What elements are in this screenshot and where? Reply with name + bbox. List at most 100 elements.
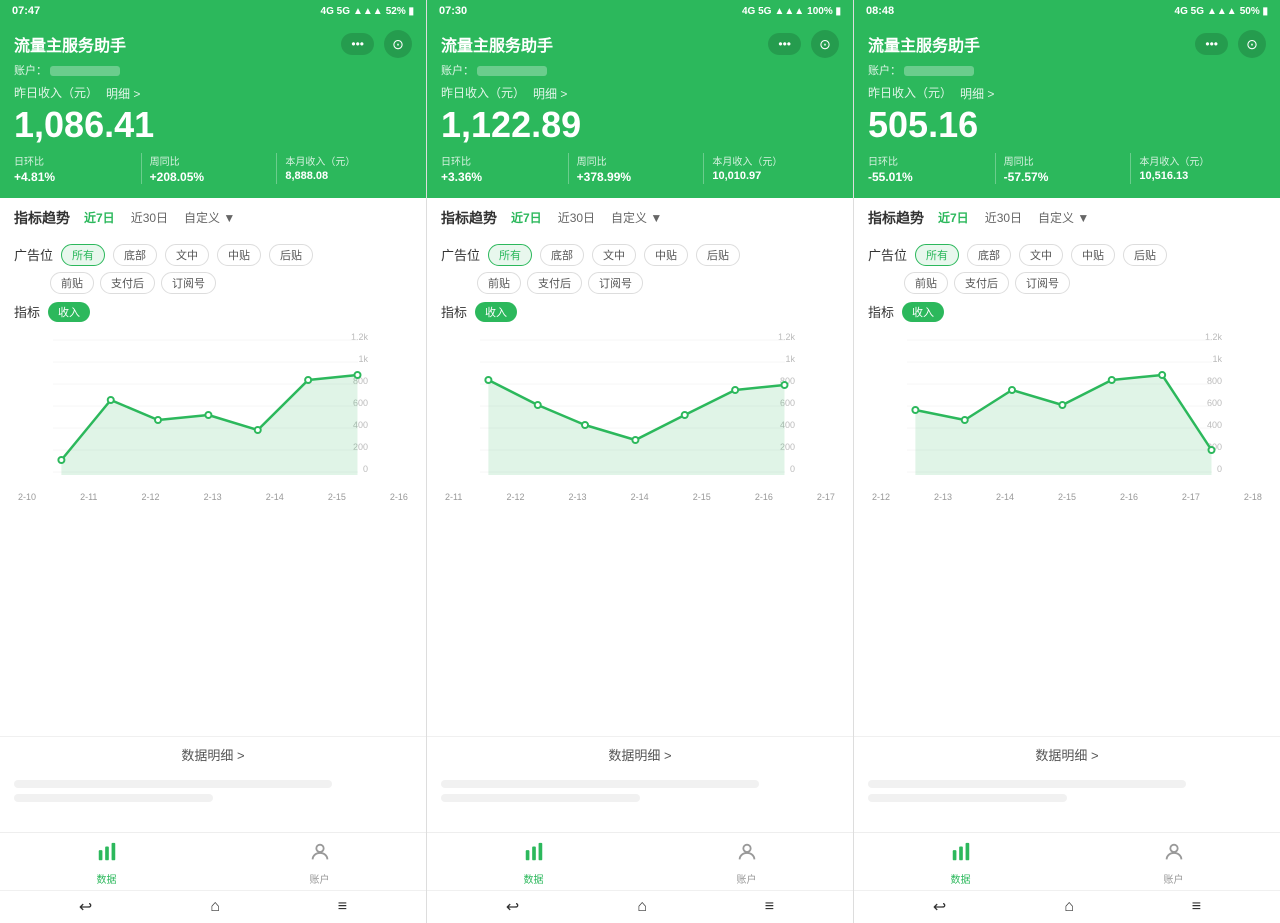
ad-pill-r2-0[interactable]: 前贴 bbox=[50, 272, 94, 294]
ad-pill-3[interactable]: 中贴 bbox=[644, 244, 688, 266]
indicator-section: 指标 收入 bbox=[427, 302, 853, 330]
yesterday-label: 昨日收入（元） bbox=[441, 84, 525, 101]
nav-item-1[interactable]: 账户 bbox=[1067, 841, 1280, 886]
ad-pill-1[interactable]: 底部 bbox=[967, 244, 1011, 266]
nav-item-0[interactable]: 数据 bbox=[854, 841, 1067, 886]
detail-link[interactable]: 明细 > bbox=[106, 85, 140, 102]
battery-icon: 100% ▮ bbox=[807, 6, 841, 17]
ad-pill-r2-1[interactable]: 支付后 bbox=[100, 272, 155, 294]
account-label: 账户： bbox=[868, 65, 901, 77]
sys-btn-0[interactable]: ↩ bbox=[79, 897, 92, 917]
sys-btn-2[interactable]: ≡ bbox=[765, 898, 774, 916]
x-label-6: 2-17 bbox=[817, 492, 835, 502]
trend-section: 指标趋势 近7日 近30日 自定义 ▼ bbox=[854, 198, 1280, 244]
ad-pill-4[interactable]: 后贴 bbox=[696, 244, 740, 266]
x-label-1: 2-12 bbox=[506, 492, 524, 502]
data-detail-link[interactable]: 数据明细 > bbox=[0, 736, 426, 772]
ad-pill-3[interactable]: 中贴 bbox=[1071, 244, 1115, 266]
green-header: 流量主服务助手 ••• ⊙ 账户： 昨日收入（元） 明细 > 1,086.41 … bbox=[0, 22, 426, 198]
x-label-4: 2-14 bbox=[266, 492, 284, 502]
ad-pill-1[interactable]: 底部 bbox=[113, 244, 157, 266]
nav-item-0[interactable]: 数据 bbox=[427, 841, 640, 886]
sys-btn-2[interactable]: ≡ bbox=[338, 898, 347, 916]
ad-section: 广告位 所有 底部 文中 中贴 后贴 前贴 支付后 订阅号 bbox=[0, 244, 426, 302]
nav-icon-0 bbox=[523, 841, 545, 869]
nav-item-1[interactable]: 账户 bbox=[213, 841, 426, 886]
detail-link[interactable]: 明细 > bbox=[960, 85, 994, 102]
big-amount: 1,122.89 bbox=[441, 105, 839, 145]
ad-pill-0[interactable]: 所有 bbox=[488, 244, 532, 266]
blurred-content bbox=[0, 772, 426, 832]
ad-pill-r2-1[interactable]: 支付后 bbox=[954, 272, 1009, 294]
ad-pill-0[interactable]: 所有 bbox=[61, 244, 105, 266]
trend-tab-2[interactable]: 自定义 ▼ bbox=[180, 208, 239, 227]
ad-pill-1[interactable]: 底部 bbox=[540, 244, 584, 266]
scan-button[interactable]: ⊙ bbox=[384, 30, 412, 58]
scan-button[interactable]: ⊙ bbox=[1238, 30, 1266, 58]
ad-pill-2[interactable]: 文中 bbox=[1019, 244, 1063, 266]
more-button[interactable]: ••• bbox=[341, 33, 374, 55]
trend-tab-0[interactable]: 近7日 bbox=[507, 208, 546, 227]
sys-btn-0[interactable]: ↩ bbox=[506, 897, 519, 917]
scan-button[interactable]: ⊙ bbox=[811, 30, 839, 58]
ad-pill-2[interactable]: 文中 bbox=[592, 244, 636, 266]
sys-btn-2[interactable]: ≡ bbox=[1192, 898, 1201, 916]
trend-tab-1[interactable]: 近30日 bbox=[981, 208, 1026, 227]
ad-pill-0[interactable]: 所有 bbox=[915, 244, 959, 266]
ad-pill-r2-2[interactable]: 订阅号 bbox=[1015, 272, 1070, 294]
stat-value-1: +208.05% bbox=[150, 170, 269, 184]
chart-svg: 1.2k 1k 800 600 400 200 0 bbox=[8, 330, 418, 490]
svg-text:0: 0 bbox=[363, 464, 368, 474]
more-button[interactable]: ••• bbox=[768, 33, 801, 55]
trend-tab-2[interactable]: 自定义 ▼ bbox=[1034, 208, 1093, 227]
x-label-2: 2-14 bbox=[996, 492, 1014, 502]
nav-item-1[interactable]: 账户 bbox=[640, 841, 853, 886]
sys-btn-1[interactable]: ⌂ bbox=[1064, 898, 1074, 916]
trend-tab-0[interactable]: 近7日 bbox=[80, 208, 119, 227]
ad-pill-r2-2[interactable]: 订阅号 bbox=[161, 272, 216, 294]
sys-btn-1[interactable]: ⌂ bbox=[637, 898, 647, 916]
ad-pill-4[interactable]: 后贴 bbox=[269, 244, 313, 266]
ad-position-row1: 广告位 所有 底部 文中 中贴 后贴 bbox=[441, 244, 839, 266]
account-blur bbox=[904, 66, 974, 76]
bottom-nav: 数据 账户 bbox=[0, 832, 426, 890]
nav-item-0[interactable]: 数据 bbox=[0, 841, 213, 886]
detail-link[interactable]: 明细 > bbox=[533, 85, 567, 102]
trend-tab-2[interactable]: 自定义 ▼ bbox=[607, 208, 666, 227]
trend-tab-1[interactable]: 近30日 bbox=[127, 208, 172, 227]
ad-pill-3[interactable]: 中贴 bbox=[217, 244, 261, 266]
status-icons: 4G 5G ▲▲▲ 52% ▮ bbox=[321, 6, 414, 17]
chart-area: 1.2k 1k 800 600 400 200 0 bbox=[427, 330, 853, 736]
data-detail-link[interactable]: 数据明细 > bbox=[854, 736, 1280, 772]
nav-icon-0 bbox=[96, 841, 118, 869]
ad-pill-2[interactable]: 文中 bbox=[165, 244, 209, 266]
stat-value-1: -57.57% bbox=[1004, 170, 1123, 184]
svg-text:1k: 1k bbox=[358, 354, 368, 364]
phone-panel-1: 07:47 4G 5G ▲▲▲ 52% ▮ 流量主服务助手 ••• ⊙ 账户： … bbox=[0, 0, 427, 923]
ad-pill-r2-0[interactable]: 前贴 bbox=[477, 272, 521, 294]
network-icon: 4G 5G bbox=[742, 6, 771, 17]
status-bar: 08:48 4G 5G ▲▲▲ 50% ▮ bbox=[854, 0, 1280, 22]
indicator-badge[interactable]: 收入 bbox=[475, 302, 517, 322]
indicator-badge[interactable]: 收入 bbox=[902, 302, 944, 322]
data-detail-link[interactable]: 数据明细 > bbox=[427, 736, 853, 772]
stat-value-2: 10,516.13 bbox=[1139, 170, 1258, 182]
stat-item-1: 周同比 +208.05% bbox=[150, 153, 278, 184]
ad-pill-r2-1[interactable]: 支付后 bbox=[527, 272, 582, 294]
nav-label-1: 账户 bbox=[1164, 871, 1184, 886]
yesterday-label: 昨日收入（元） bbox=[14, 84, 98, 101]
green-header: 流量主服务助手 ••• ⊙ 账户： 昨日收入（元） 明细 > 1,122.89 … bbox=[427, 22, 853, 198]
trend-tab-0[interactable]: 近7日 bbox=[934, 208, 973, 227]
sys-btn-0[interactable]: ↩ bbox=[933, 897, 946, 917]
ad-position-label: 广告位 bbox=[14, 245, 53, 264]
stat-value-2: 8,888.08 bbox=[285, 170, 404, 182]
blur-line-1 bbox=[14, 780, 332, 788]
ad-pill-4[interactable]: 后贴 bbox=[1123, 244, 1167, 266]
sys-btn-1[interactable]: ⌂ bbox=[210, 898, 220, 916]
trend-tab-1[interactable]: 近30日 bbox=[554, 208, 599, 227]
ad-pill-r2-2[interactable]: 订阅号 bbox=[588, 272, 643, 294]
indicator-badge[interactable]: 收入 bbox=[48, 302, 90, 322]
more-button[interactable]: ••• bbox=[1195, 33, 1228, 55]
chart-area: 1.2k 1k 800 600 400 200 0 bbox=[0, 330, 426, 736]
ad-pill-r2-0[interactable]: 前贴 bbox=[904, 272, 948, 294]
